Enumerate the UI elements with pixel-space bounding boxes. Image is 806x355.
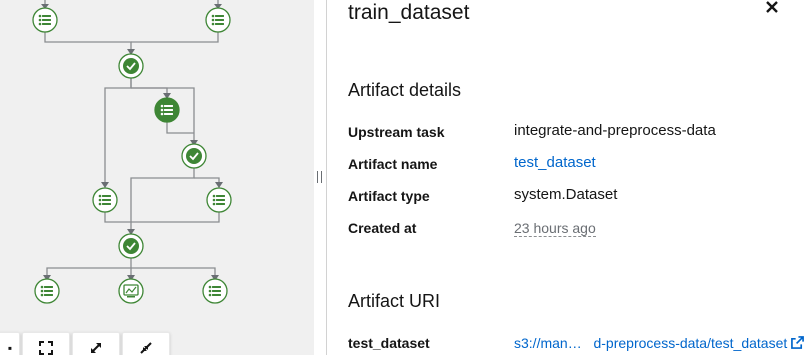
artifact-node[interactable]: [202, 278, 228, 304]
created-at-label: Created at: [348, 220, 417, 236]
artifact-uri-link[interactable]: s3://man… d-preprocess-data/test_dataset: [514, 334, 805, 352]
zoom-in-button[interactable]: ▪: [0, 332, 20, 355]
task-node[interactable]: [181, 143, 207, 169]
list-icon: [208, 285, 221, 297]
created-at-timestamp[interactable]: 23 hours ago: [514, 219, 596, 237]
upstream-task-value: integrate-and-preprocess-data: [514, 122, 716, 139]
drawer-title: train_dataset: [348, 1, 470, 24]
artifact-uri-start[interactable]: s3://man…: [514, 335, 582, 351]
list-icon: [160, 104, 173, 116]
artifact-node[interactable]: [92, 187, 118, 213]
fit-to-screen-button[interactable]: [22, 332, 70, 355]
expand-button[interactable]: [72, 332, 120, 355]
close-drawer-button[interactable]: [765, 0, 779, 14]
task-node[interactable]: [118, 233, 144, 259]
upstream-task-label: Upstream task: [348, 124, 445, 140]
check-circle-icon: [123, 238, 139, 254]
created-at-value[interactable]: 23 hours ago: [514, 220, 596, 237]
task-node[interactable]: [118, 53, 144, 79]
artifact-uri-label: test_dataset: [348, 335, 430, 351]
artifact-node[interactable]: [206, 187, 232, 213]
list-icon: [40, 285, 53, 297]
selected-artifact-node[interactable]: [154, 97, 180, 123]
list-icon: [38, 14, 51, 26]
collapse-button[interactable]: [122, 332, 170, 355]
metrics-artifact-node[interactable]: [118, 278, 144, 304]
pipeline-graph[interactable]: ▪: [0, 0, 315, 355]
artifact-name-link[interactable]: test_dataset: [514, 154, 596, 172]
artifact-drawer: train_dataset Artifact details Upstream …: [327, 0, 806, 355]
list-icon: [98, 194, 111, 206]
artifact-node[interactable]: [32, 7, 58, 33]
drag-handle-icon[interactable]: [317, 171, 322, 183]
artifact-uri-heading: Artifact URI: [348, 291, 441, 311]
check-circle-icon: [186, 148, 202, 164]
collapse-icon: [140, 342, 152, 354]
artifact-node[interactable]: [34, 278, 60, 304]
artifact-type-label: Artifact type: [348, 188, 430, 204]
artifact-type-value: system.Dataset: [514, 186, 618, 203]
artifact-name-label: Artifact name: [348, 156, 438, 172]
close-icon: [766, 1, 778, 13]
external-link-icon[interactable]: [791, 336, 805, 349]
fit-screen-icon: [39, 341, 53, 355]
check-circle-icon: [123, 58, 139, 74]
list-icon: [212, 194, 225, 206]
expand-icon: [91, 343, 101, 353]
artifact-uri-end[interactable]: d-preprocess-data/test_dataset: [593, 335, 787, 351]
artifact-node[interactable]: [205, 7, 231, 33]
artifact-details-heading: Artifact details: [348, 80, 462, 100]
list-icon: [211, 14, 224, 26]
zoom-in-icon: ▪: [7, 341, 13, 355]
